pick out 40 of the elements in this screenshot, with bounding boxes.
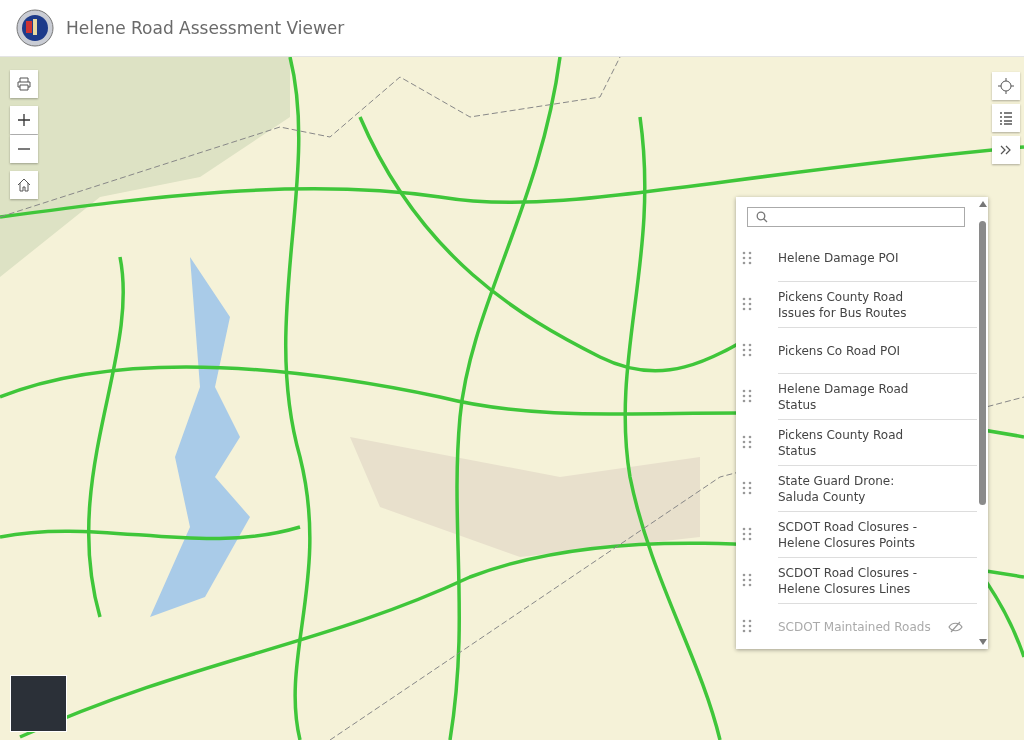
zoom-out-button[interactable] xyxy=(10,135,38,163)
list-icon xyxy=(999,111,1013,125)
layer-title[interactable]: SCDOT Road Closures - Helene Closures Points xyxy=(778,518,918,551)
locate-icon xyxy=(998,78,1014,94)
hidden-eye-icon[interactable] xyxy=(948,620,963,633)
layer-title[interactable]: Pickens Co Road POI xyxy=(778,342,918,359)
layer-list-button[interactable] xyxy=(992,104,1020,132)
app-title: Helene Road Assessment Viewer xyxy=(66,18,345,38)
layer-title[interactable]: Pickens County Road Issues for Bus Routes xyxy=(778,288,918,321)
drag-handle-icon[interactable] xyxy=(742,527,752,541)
layer-title[interactable]: SCDOT Road Closures - Helene Closures Lines xyxy=(778,564,918,597)
drag-handle-icon[interactable] xyxy=(742,481,752,495)
scroll-up-icon[interactable] xyxy=(978,201,987,207)
zoom-in-button[interactable] xyxy=(10,106,38,134)
layer-title[interactable]: Pickens County Road Status xyxy=(778,426,918,459)
drag-handle-icon[interactable] xyxy=(742,435,752,449)
layer-title[interactable]: Helene Damage Road Status xyxy=(778,380,918,413)
overview-map-thumbnail[interactable] xyxy=(10,675,67,732)
home-button[interactable] xyxy=(10,171,38,199)
home-icon xyxy=(17,178,31,192)
scroll-down-icon[interactable] xyxy=(978,639,987,645)
layer-search-field[interactable] xyxy=(747,207,965,227)
layer-title[interactable]: Helene Damage POI xyxy=(778,250,918,266)
plus-icon xyxy=(18,114,30,126)
double-chevron-icon xyxy=(1000,145,1012,155)
drag-handle-icon[interactable] xyxy=(742,343,752,357)
search-icon xyxy=(756,211,768,223)
printer-icon xyxy=(17,77,31,91)
seal-logo-icon xyxy=(16,9,54,47)
expand-button[interactable] xyxy=(992,136,1020,164)
drag-handle-icon[interactable] xyxy=(742,573,752,587)
drag-handle-icon[interactable] xyxy=(742,619,752,633)
drag-handle-icon[interactable] xyxy=(742,389,752,403)
scrollbar-thumb[interactable] xyxy=(979,221,986,505)
drag-handle-icon[interactable] xyxy=(742,297,752,311)
layer-title[interactable]: State Guard Drone: Saluda County xyxy=(778,472,918,505)
locate-button[interactable] xyxy=(992,72,1020,100)
minus-icon xyxy=(18,148,30,150)
print-button[interactable] xyxy=(10,70,38,98)
drag-handle-icon[interactable] xyxy=(742,251,752,265)
